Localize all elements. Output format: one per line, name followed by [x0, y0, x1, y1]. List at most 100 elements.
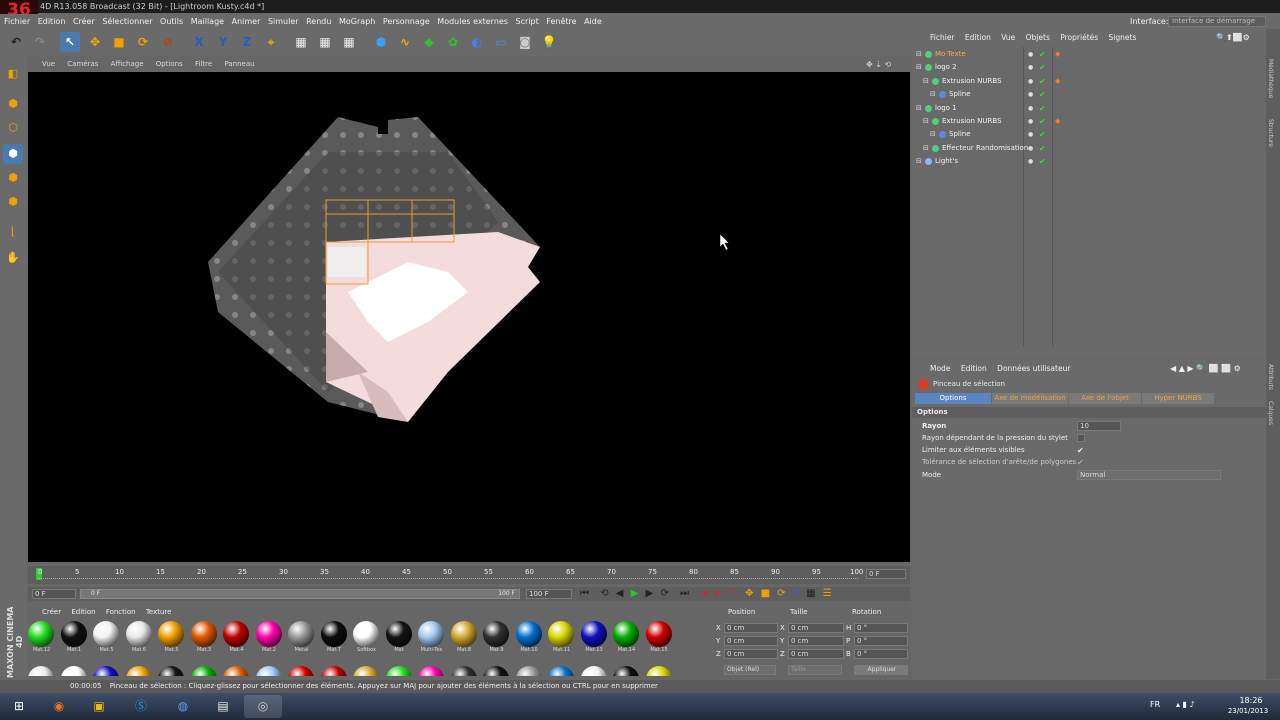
- object-manager-search-icon[interactable]: 🔍⬆⬜⚙: [1216, 32, 1250, 44]
- record-icon[interactable]: ⏺: [702, 588, 707, 599]
- scale-icon[interactable]: ■: [109, 32, 129, 52]
- tab-axe-modelisation[interactable]: Axe de modélisation: [992, 393, 1068, 404]
- object-row[interactable]: ⊟ logo 1 ● ✔: [915, 102, 1265, 115]
- frame-range-slider[interactable]: 0 F 100 F: [80, 589, 520, 599]
- y-axis-icon[interactable]: Y: [213, 32, 233, 52]
- menu-fenetre[interactable]: Fenêtre: [546, 14, 581, 29]
- language-indicator[interactable]: FR: [1150, 700, 1160, 709]
- menu-rendu[interactable]: Rendu: [306, 14, 336, 29]
- material-swatch[interactable]: Mat.4: [223, 621, 250, 653]
- object-row[interactable]: ⊟ Spline ● ✔: [915, 128, 1265, 141]
- cinema4d-icon[interactable]: ◎: [244, 695, 282, 718]
- rotation-h-field[interactable]: 0 °: [854, 623, 908, 633]
- visibility-dots[interactable]: ●: [1028, 102, 1033, 115]
- expand-icon[interactable]: ⊟: [916, 102, 922, 115]
- visibility-dots[interactable]: ●: [1028, 88, 1033, 101]
- visible-only-checkbox[interactable]: ✔: [1077, 445, 1084, 456]
- enabled-check-icon[interactable]: ✔: [1039, 115, 1046, 128]
- live-selection-icon[interactable]: ↖: [60, 32, 80, 52]
- key-position-icon[interactable]: ✥: [745, 588, 753, 599]
- expand-icon[interactable]: ⊟: [923, 142, 929, 155]
- apply-button[interactable]: Appliquer: [854, 665, 908, 675]
- tag-icon[interactable]: ◆: [1055, 115, 1060, 128]
- texture-mode-icon[interactable]: ⬡: [3, 118, 23, 138]
- rayon-field[interactable]: 10: [1077, 421, 1121, 431]
- material-swatch[interactable]: [255, 666, 283, 676]
- object-menu-signets[interactable]: Signets: [1109, 32, 1137, 44]
- key-rotation-icon[interactable]: ⟳: [777, 588, 785, 599]
- goto-start-icon[interactable]: ⏮: [580, 588, 589, 599]
- tag-icon[interactable]: ◆: [1055, 75, 1060, 88]
- nurbs-icon[interactable]: ◆: [419, 32, 439, 52]
- object-row[interactable]: ⊟ Effecteur Randomisation ● ✔: [915, 142, 1265, 155]
- object-row[interactable]: ⊟ Spline ● ✔: [915, 88, 1265, 101]
- make-editable-icon[interactable]: ◧: [3, 64, 23, 84]
- menu-animer[interactable]: Animer: [232, 14, 266, 29]
- tag-icon[interactable]: ◆: [1055, 48, 1060, 61]
- material-swatch[interactable]: Mat.10: [515, 621, 543, 653]
- material-swatch[interactable]: Mat.6: [125, 621, 153, 653]
- material-swatch[interactable]: [93, 666, 120, 676]
- enabled-check-icon[interactable]: ✔: [1039, 75, 1046, 88]
- mode-select[interactable]: Normal: [1077, 470, 1221, 480]
- size-y-field[interactable]: 0 cm: [788, 636, 844, 646]
- expand-icon[interactable]: ⊟: [930, 88, 936, 101]
- menu-creer[interactable]: Créer: [73, 14, 100, 29]
- object-menu-objets[interactable]: Objets: [1026, 32, 1050, 44]
- material-swatch[interactable]: [288, 666, 315, 676]
- material-swatch[interactable]: Mat.11: [548, 621, 575, 653]
- attribute-nav-icons[interactable]: ◀ ▲ ▶ 🔍 ⬜ ⬜ ⚙: [1170, 363, 1241, 375]
- visibility-dots[interactable]: ●: [1028, 128, 1033, 141]
- menu-simuler[interactable]: Simuler: [268, 14, 304, 29]
- autokey-icon[interactable]: ⏺: [714, 588, 719, 599]
- play-icon[interactable]: ▶: [631, 588, 639, 599]
- material-swatch[interactable]: [158, 666, 185, 676]
- viewport-menu-options[interactable]: Options: [156, 58, 183, 71]
- object-row[interactable]: ⊟ logo 2 ● ✔: [915, 61, 1265, 74]
- array-icon[interactable]: ✿: [443, 32, 463, 52]
- viewport-menu-vue[interactable]: Vue: [42, 58, 55, 71]
- material-swatch[interactable]: Softbox: [353, 621, 380, 653]
- deformer-icon[interactable]: ◐: [467, 32, 487, 52]
- current-frame-field[interactable]: 0 F: [866, 569, 906, 579]
- object-row[interactable]: ⊟ Mo-Texte ● ✔ ◆: [915, 48, 1265, 61]
- visibility-dots[interactable]: ●: [1028, 155, 1033, 168]
- material-swatch[interactable]: [28, 666, 55, 676]
- material-menu-creer[interactable]: Créer: [42, 606, 61, 618]
- prev-key-icon[interactable]: ⟲: [600, 588, 608, 599]
- start-frame-field[interactable]: 0 F: [32, 589, 76, 599]
- visibility-dots[interactable]: ●: [1028, 115, 1033, 128]
- firefox-icon[interactable]: ◉: [40, 695, 78, 718]
- polygons-mode-icon[interactable]: ⬢: [3, 192, 23, 212]
- undo-icon[interactable]: ↶: [6, 32, 26, 52]
- explorer-icon[interactable]: ▣: [80, 695, 118, 718]
- material-swatch[interactable]: Mat.7: [320, 621, 348, 653]
- side-tab-mediatheque[interactable]: Médiathèque: [1267, 59, 1274, 98]
- model-mode-icon[interactable]: ⬢: [3, 94, 23, 114]
- tolerance-checkbox[interactable]: ✔: [1077, 457, 1084, 468]
- axis-mode-icon[interactable]: ⌊: [3, 222, 23, 242]
- recent-tool-icon[interactable]: ⊘: [158, 32, 178, 52]
- side-tab-structure[interactable]: Structure: [1267, 119, 1274, 147]
- tweak-mode-icon[interactable]: ✋: [3, 248, 23, 268]
- expand-icon[interactable]: ⊟: [923, 115, 929, 128]
- object-row[interactable]: ⊟ Extrusion NURBS ● ✔ ◆: [915, 75, 1265, 88]
- rotation-p-field[interactable]: 0 °: [854, 636, 908, 646]
- menu-fichier[interactable]: Fichier: [4, 14, 35, 29]
- material-swatch[interactable]: [418, 666, 445, 676]
- material-swatch[interactable]: Mat: [385, 621, 413, 653]
- material-swatch[interactable]: [353, 666, 380, 676]
- floor-icon[interactable]: ▭: [491, 32, 511, 52]
- expand-icon[interactable]: ⊟: [930, 128, 936, 141]
- move-icon[interactable]: ✥: [85, 32, 105, 52]
- material-swatch[interactable]: Mat.8: [450, 621, 478, 653]
- tab-hyper-nurbs[interactable]: Hyper NURBS: [1142, 393, 1214, 404]
- material-swatch[interactable]: [580, 666, 608, 676]
- rotation-b-field[interactable]: 0 °: [854, 649, 908, 659]
- object-row[interactable]: ⊟ Extrusion NURBS ● ✔ ◆: [915, 115, 1265, 128]
- enabled-check-icon[interactable]: ✔: [1039, 102, 1046, 115]
- menu-maillage[interactable]: Maillage: [191, 14, 229, 29]
- material-swatch[interactable]: [320, 666, 348, 676]
- material-swatch[interactable]: [483, 666, 510, 676]
- 3d-scene[interactable]: [28, 72, 910, 562]
